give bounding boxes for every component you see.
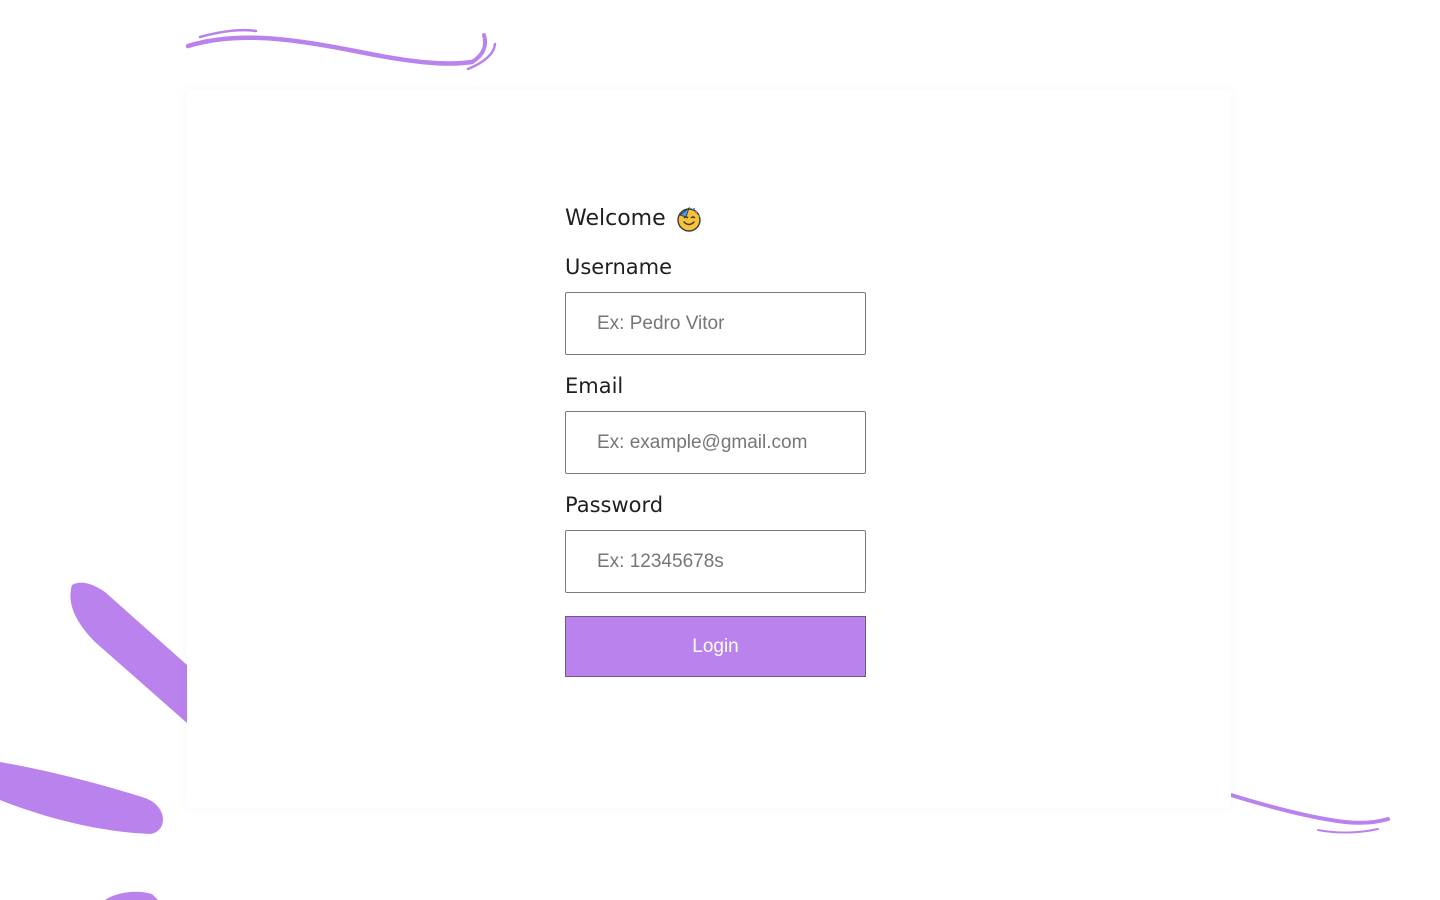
left-brush-decoration (0, 582, 187, 900)
email-input[interactable] (565, 411, 866, 474)
right-swoosh-decoration (1229, 793, 1390, 834)
password-label: Password (565, 493, 664, 517)
login-button[interactable]: Login (565, 616, 866, 677)
username-input[interactable] (565, 292, 866, 355)
email-label: Email (565, 374, 624, 398)
partying-face-emoji-icon (676, 206, 701, 232)
top-swoosh-decoration (185, 28, 497, 71)
username-label: Username (565, 255, 673, 279)
password-input[interactable] (565, 530, 866, 593)
welcome-text: Welcome (565, 206, 666, 231)
login-page: Welcome Username Email Password Login (0, 0, 1440, 900)
login-card: Welcome Username Email Password Login (187, 90, 1231, 808)
login-form: Welcome Username Email Password Login (565, 202, 866, 677)
welcome-heading: Welcome (565, 202, 866, 236)
